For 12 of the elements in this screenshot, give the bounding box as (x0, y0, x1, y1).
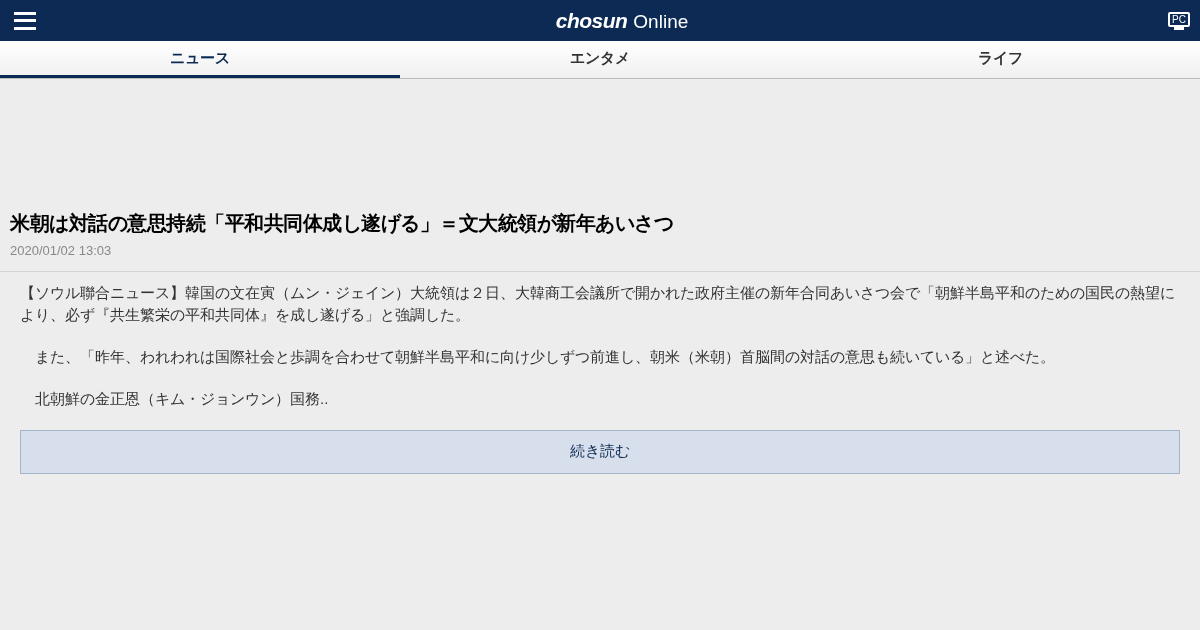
article-date: 2020/01/02 13:03 (10, 242, 113, 260)
article-paragraph: 【ソウル聯合ニュース】韓国の文在寅（ムン・ジェイン）大統領は２日、大韓商工会議所で開かれた政府主催の新年合同あいさつ会で「朝鮮半島平和のための国民の熱望により、必ず『共生繁栄の平和共同体』を成し遂げる」と強調した。 (20, 282, 1176, 325)
nav-tab[interactable]: エンタメ (400, 41, 800, 78)
read-more-button[interactable]: 続き読む (20, 429, 1180, 474)
article-paragraph: また、「昨年、われわれは国際社会と歩調を合わせて朝鮮半島平和に向け少しずつ前進し、朝米（米朝）首脳間の対話の意思も続いている」と述べた。 (34, 346, 1056, 367)
menu-icon[interactable] (14, 11, 36, 30)
nav-tab[interactable]: ライフ (800, 41, 1200, 78)
article-title: 米朝は対話の意思持続「平和共同体成し遂げる」＝文大統領が新年あいさつ (10, 211, 674, 236)
pc-view-button[interactable]: PC (1168, 11, 1190, 30)
nav-tab[interactable]: ニュース (0, 41, 400, 78)
article-paragraph: 北朝鮮の金正恩（キム・ジョンウン）国務.. (34, 388, 330, 409)
site-logo[interactable]: chosun Online (555, 10, 689, 31)
